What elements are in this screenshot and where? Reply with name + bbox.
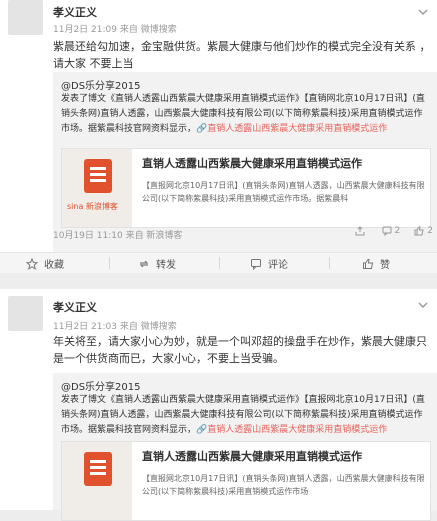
comment-label: 评论 [268, 260, 288, 271]
repost-like-button[interactable]: 2 [414, 226, 433, 236]
article-card[interactable]: 直销人透露山西紫晨大健康采用直销模式运作 【直报网北京10月17日讯】(直销头条… [61, 441, 431, 521]
star-icon [26, 257, 38, 270]
article-card[interactable]: sina 新浪博客 直销人透露山西紫晨大健康采用直销模式运作 【直报网北京10月… [61, 148, 431, 228]
article-desc: 【直报网北京10月17日讯】(直销头条网)直销人透露，山西紫晨大健康科技有限公司… [142, 181, 425, 203]
repost-link[interactable]: 直销人透露山西紫晨大健康采用直销模式运作 [207, 124, 387, 134]
collect-label: 收藏 [44, 260, 64, 271]
chevron-down-icon[interactable] [417, 299, 429, 311]
divider [109, 257, 110, 269]
post-body: 年关将至，请大家小心为妙，就是一个叫邓超的操盘手在炒作，紫晨大健康只是一个供货商… [53, 335, 427, 365]
article-title[interactable]: 直销人透露山西紫晨大健康采用直销模式运作 [142, 155, 362, 171]
repost-author[interactable]: @DS乐分享2015 [61, 378, 141, 393]
avatar[interactable] [8, 0, 43, 35]
sina-blog-logo: sina 新浪博客 [67, 202, 118, 211]
divider [219, 257, 220, 269]
repost-text: 发表了博文《直销人透露山西紫晨大健康采用直销模式运作》【直销网北京10月17日讯… [61, 92, 431, 137]
comment-button[interactable]: 评论 [250, 256, 288, 271]
blog-logo-icon [84, 452, 112, 486]
repost-tail: 据紫晨科技官网资料显示， [88, 425, 197, 435]
forward-icon [139, 260, 149, 267]
chevron-down-icon[interactable] [417, 6, 429, 18]
divider [329, 257, 330, 269]
repost-time: 10月19日 11:10 来自 新浪博客 [53, 231, 183, 241]
repost-box[interactable]: @DS乐分享2015 发表了博文《直销人透露山西紫晨大健康采用直销模式运作》【直… [53, 72, 437, 252]
avatar[interactable] [8, 296, 43, 331]
blog-logo-icon [84, 159, 112, 193]
article-title[interactable]: 直销人透露山西紫晨大健康采用直销模式运作 [142, 448, 362, 464]
share-icon [355, 226, 365, 236]
article-thumbnail: sina 新浪博客 [62, 149, 132, 227]
username[interactable]: 孝义正义 [53, 4, 97, 20]
post-action-bar: 收藏 转发 评论 赞 [0, 252, 437, 273]
repost-comment-button[interactable]: 2 [382, 226, 400, 236]
article-thumbnail [62, 442, 132, 520]
username[interactable]: 孝义正义 [53, 299, 97, 315]
repost-tail: 据紫晨科技官网资料显示， [88, 124, 197, 134]
repost-link[interactable]: 直销人透露山西紫晨大健康采用直销模式运作 [207, 425, 387, 435]
comment-icon [251, 258, 261, 270]
link-icon: 🔗 [196, 425, 208, 435]
like-label: 赞 [380, 260, 390, 271]
thumbs-up-icon [414, 226, 424, 236]
repost-author[interactable]: @DS乐分享2015 [61, 77, 141, 92]
repost-text: 发表了博文《直销人透露山西紫晨大健康采用直销模式运作》【直报网北京10月17日讯… [61, 393, 431, 438]
thumbs-up-icon [363, 258, 374, 269]
forward-label: 转发 [156, 260, 176, 271]
repost-box[interactable]: @DS乐分享2015 发表了博文《直销人透露山西紫晨大健康采用直销模式运作》【直… [53, 373, 437, 521]
post-meta: 11月2日 21:09 来自 微博搜索 [53, 25, 177, 35]
post-body: 紫晨还给勾加速，金宝融供货。紫晨大健康与他们炒作的模式完全没有关系 ，请大家 不… [53, 40, 431, 70]
repost-actions: 2 2 [355, 226, 433, 236]
weibo-post-2: 孝义正义 11月2日 21:03 来自 微博搜索 年关将至，请大家小心为妙，就是… [0, 289, 437, 521]
collect-button[interactable]: 收藏 [26, 256, 64, 271]
repost-share-button[interactable] [355, 226, 368, 236]
post-meta: 11月2日 21:03 来自 微博搜索 [53, 322, 177, 332]
article-desc: 【直报网北京10月17日讯】(直销头条网)直销人透露，山西紫晨大健康科技有限公司… [142, 474, 425, 496]
link-icon: 🔗 [196, 124, 208, 134]
weibo-post-1: 孝义正义 11月2日 21:09 来自 微博搜索 紫晨还给勾加速，金宝融供货。紫… [0, 0, 437, 252]
like-button[interactable]: 赞 [362, 256, 390, 271]
comment-icon [382, 226, 392, 236]
forward-button[interactable]: 转发 [138, 256, 176, 271]
